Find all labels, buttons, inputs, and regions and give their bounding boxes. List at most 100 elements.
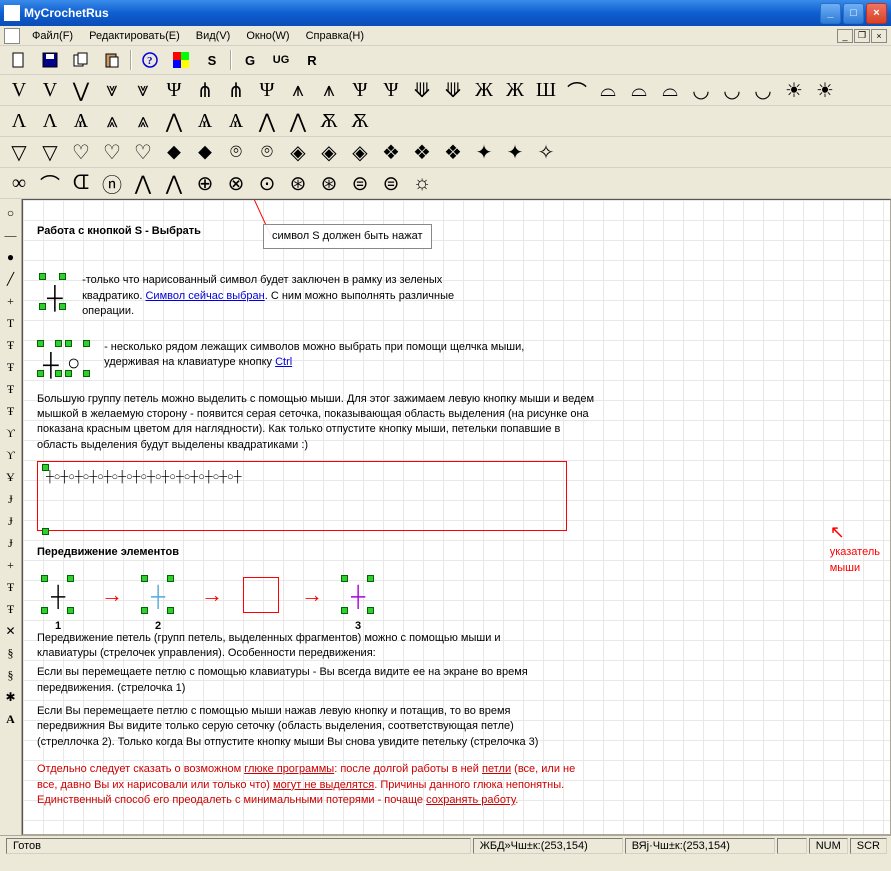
close-button[interactable]: × bbox=[866, 3, 887, 24]
stitch-fan8[interactable]: ☀ bbox=[779, 77, 809, 103]
stitch-fan6[interactable]: ◡ bbox=[717, 77, 747, 103]
stitch-fan3[interactable]: ⌓ bbox=[624, 77, 654, 103]
side-dot[interactable]: ● bbox=[2, 247, 20, 267]
stitch-a7[interactable]: Ѧ bbox=[190, 108, 220, 134]
stitch-a10[interactable]: ⋀ bbox=[283, 108, 313, 134]
stitch-d16[interactable]: ✦ bbox=[469, 139, 499, 165]
stitch-v12[interactable]: Ѱ bbox=[345, 77, 375, 103]
menu-view[interactable]: Вид(V) bbox=[188, 28, 239, 44]
stitch-v1[interactable]: V bbox=[4, 77, 34, 103]
side-dash[interactable]: — bbox=[2, 225, 20, 245]
stitch-m14[interactable]: ☼ bbox=[407, 170, 437, 196]
stitch-d18[interactable]: ✧ bbox=[531, 139, 561, 165]
stitch-d11[interactable]: ◈ bbox=[314, 139, 344, 165]
r-button[interactable]: R bbox=[297, 48, 327, 72]
ug-button[interactable]: UG bbox=[266, 48, 296, 72]
stitch-d5[interactable]: ♡ bbox=[128, 139, 158, 165]
stitch-a11[interactable]: Ѫ bbox=[314, 108, 344, 134]
stitch-v7[interactable]: ⋔ bbox=[190, 77, 220, 103]
side-slash[interactable]: ╱ bbox=[2, 269, 20, 289]
stitch-m7[interactable]: ⊕ bbox=[190, 170, 220, 196]
new-button[interactable] bbox=[4, 48, 34, 72]
stitch-a9[interactable]: ⋀ bbox=[252, 108, 282, 134]
side-s2[interactable]: § bbox=[2, 665, 20, 685]
link-selected[interactable]: Символ сейчас выбран bbox=[145, 290, 264, 302]
side-y3[interactable]: Ұ bbox=[2, 467, 20, 487]
stitch-m11[interactable]: ⊛ bbox=[314, 170, 344, 196]
stitch-d17[interactable]: ✦ bbox=[500, 139, 530, 165]
stitch-v15[interactable]: ⟱ bbox=[438, 77, 468, 103]
side-s1[interactable]: § bbox=[2, 643, 20, 663]
stitch-v16[interactable]: Ж bbox=[469, 77, 499, 103]
side-t7[interactable]: Ŧ bbox=[2, 599, 20, 619]
side-star[interactable]: ✱ bbox=[2, 687, 20, 707]
side-t4[interactable]: Ŧ bbox=[2, 379, 20, 399]
menu-file[interactable]: Файл(F) bbox=[24, 28, 81, 44]
stitch-fan7[interactable]: ◡ bbox=[748, 77, 778, 103]
stitch-a8[interactable]: Ѧ bbox=[221, 108, 251, 134]
stitch-d15[interactable]: ❖ bbox=[438, 139, 468, 165]
menu-window[interactable]: Окно(W) bbox=[238, 28, 297, 44]
stitch-a12[interactable]: Ѫ bbox=[345, 108, 375, 134]
side-j2[interactable]: Ɉ bbox=[2, 511, 20, 531]
stitch-v4[interactable]: ⩔ bbox=[97, 77, 127, 103]
side-j3[interactable]: Ɉ bbox=[2, 533, 20, 553]
side-plus2[interactable]: + bbox=[2, 555, 20, 575]
stitch-m5[interactable]: ⋀ bbox=[128, 170, 158, 196]
stitch-a1[interactable]: Λ bbox=[4, 108, 34, 134]
stitch-a5[interactable]: ⩓ bbox=[128, 108, 158, 134]
stitch-fan5[interactable]: ◡ bbox=[686, 77, 716, 103]
stitch-d8[interactable]: ⌾ bbox=[221, 139, 251, 165]
stitch-v10[interactable]: ⩚ bbox=[283, 77, 313, 103]
side-t3[interactable]: Ŧ bbox=[2, 357, 20, 377]
stitch-a2[interactable]: Λ bbox=[35, 108, 65, 134]
stitch-v14[interactable]: ⟱ bbox=[407, 77, 437, 103]
stitch-v13[interactable]: Ѱ bbox=[376, 77, 406, 103]
stitch-v2[interactable]: V bbox=[35, 77, 65, 103]
stitch-d3[interactable]: ♡ bbox=[66, 139, 96, 165]
side-j1[interactable]: Ɉ bbox=[2, 489, 20, 509]
help-button[interactable]: ? bbox=[135, 48, 165, 72]
copy-button[interactable] bbox=[66, 48, 96, 72]
stitch-v3[interactable]: ⋁ bbox=[66, 77, 96, 103]
stitch-d6[interactable]: ⬥ bbox=[159, 139, 189, 165]
paste-button[interactable] bbox=[97, 48, 127, 72]
stitch-d2[interactable]: ▽ bbox=[35, 139, 65, 165]
side-x[interactable]: ✕ bbox=[2, 621, 20, 641]
side-t[interactable]: T bbox=[2, 313, 20, 333]
stitch-v11[interactable]: ⩚ bbox=[314, 77, 344, 103]
stitch-d4[interactable]: ♡ bbox=[97, 139, 127, 165]
stitch-a4[interactable]: ⩓ bbox=[97, 108, 127, 134]
mdi-restore[interactable]: ❐ bbox=[854, 29, 870, 43]
side-y2[interactable]: ϒ bbox=[2, 445, 20, 465]
stitch-d13[interactable]: ❖ bbox=[376, 139, 406, 165]
mdi-minimize[interactable]: _ bbox=[837, 29, 853, 43]
menu-edit[interactable]: Редактировать(E) bbox=[81, 28, 188, 44]
link-ctrl[interactable]: Ctrl bbox=[275, 356, 292, 368]
side-t5[interactable]: Ŧ bbox=[2, 401, 20, 421]
stitch-m10[interactable]: ⊛ bbox=[283, 170, 313, 196]
stitch-m13[interactable]: ⊜ bbox=[376, 170, 406, 196]
stitch-v6[interactable]: Ψ bbox=[159, 77, 189, 103]
stitch-m9[interactable]: ⊙ bbox=[252, 170, 282, 196]
side-oval[interactable]: ○ bbox=[2, 203, 20, 223]
stitch-v8[interactable]: ⋔ bbox=[221, 77, 251, 103]
stitch-v9[interactable]: Ψ bbox=[252, 77, 282, 103]
stitch-fan2[interactable]: ⌓ bbox=[593, 77, 623, 103]
side-y1[interactable]: ϒ bbox=[2, 423, 20, 443]
stitch-m1[interactable]: ∞ bbox=[4, 170, 34, 196]
stitch-d14[interactable]: ❖ bbox=[407, 139, 437, 165]
stitch-v17[interactable]: Ж bbox=[500, 77, 530, 103]
stitch-d10[interactable]: ◈ bbox=[283, 139, 313, 165]
stitch-a6[interactable]: ⋀ bbox=[159, 108, 189, 134]
stitch-m12[interactable]: ⊜ bbox=[345, 170, 375, 196]
color-button[interactable] bbox=[166, 48, 196, 72]
stitch-m3[interactable]: ᗭ bbox=[66, 170, 96, 196]
side-plus[interactable]: + bbox=[2, 291, 20, 311]
maximize-button[interactable]: □ bbox=[843, 3, 864, 24]
mdi-close[interactable]: × bbox=[871, 29, 887, 43]
stitch-d1[interactable]: ▽ bbox=[4, 139, 34, 165]
menu-help[interactable]: Справка(H) bbox=[298, 28, 372, 44]
stitch-v18[interactable]: Ш bbox=[531, 77, 561, 103]
stitch-a3[interactable]: Ѧ bbox=[66, 108, 96, 134]
